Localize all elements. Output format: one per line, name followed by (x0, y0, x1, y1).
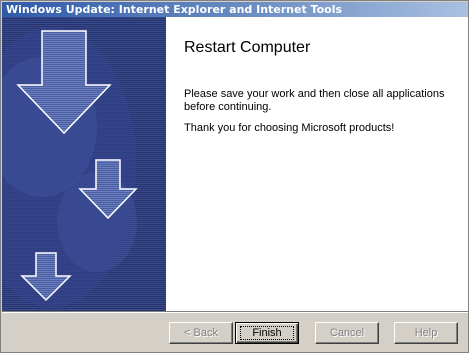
save-work-message: Please save your work and then close all… (184, 88, 445, 113)
back-button[interactable]: < Back (169, 322, 233, 344)
title-bar[interactable]: Windows Update: Internet Explorer and In… (2, 2, 468, 17)
wizard-content: Restart Computer Please save your work a… (2, 17, 468, 311)
down-arrows-illustration-icon (2, 17, 166, 311)
page-title: Restart Computer (184, 39, 311, 56)
help-button[interactable]: Help (394, 322, 458, 344)
button-separator (2, 311, 468, 313)
setup-wizard-window: Windows Update: Internet Explorer and In… (0, 0, 469, 353)
finish-button[interactable]: Finish (235, 322, 299, 344)
cancel-button[interactable]: Cancel (315, 322, 379, 344)
thank-you-message: Thank you for choosing Microsoft product… (184, 122, 395, 134)
side-panel-illustration (2, 17, 166, 311)
window-title: Windows Update: Internet Explorer and In… (6, 3, 343, 16)
focus-rectangle (240, 326, 294, 340)
